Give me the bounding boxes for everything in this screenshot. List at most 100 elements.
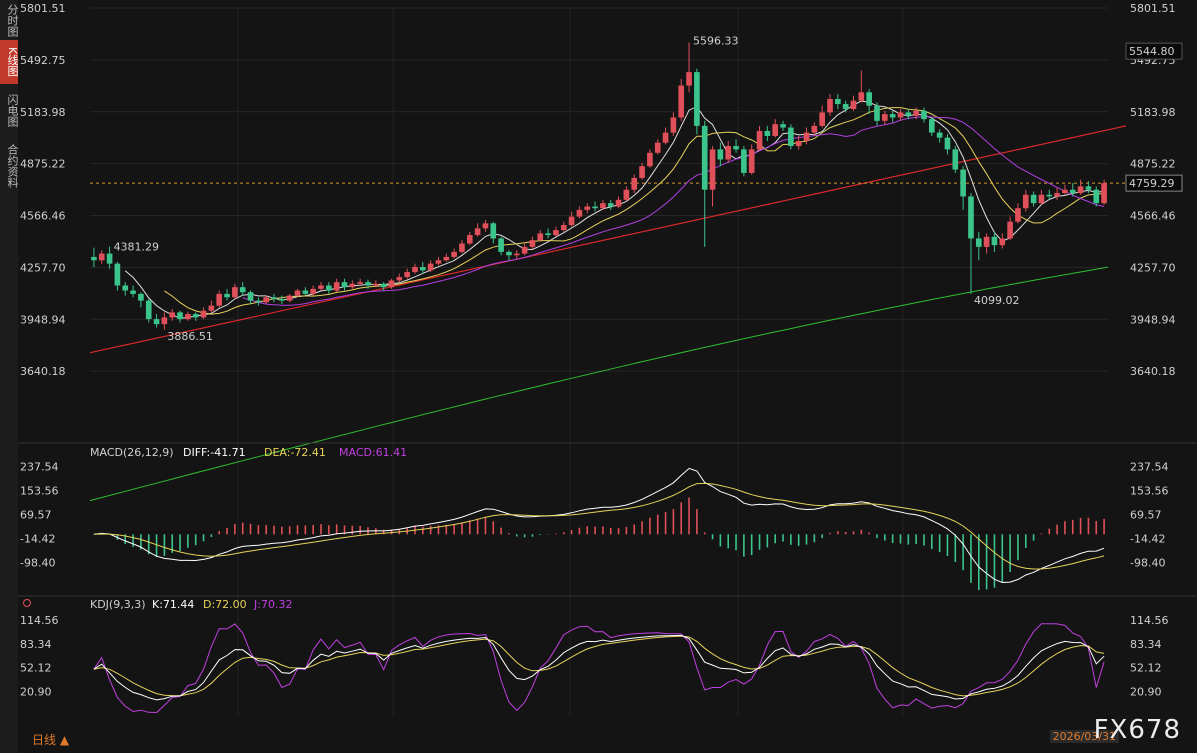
- candle-body: [741, 149, 747, 173]
- candle-body: [788, 127, 794, 147]
- candle-body: [412, 267, 418, 273]
- candle-body: [349, 283, 356, 288]
- candle-body: [921, 110, 927, 120]
- candle-body: [748, 149, 755, 173]
- kdj-y-tick-right: 83.34: [1130, 638, 1162, 651]
- macd-y-tick-right: 153.56: [1130, 484, 1169, 497]
- candle-body: [1085, 186, 1092, 190]
- bottom-bar: 日线 ▲ 2026/03/31: [18, 730, 1197, 753]
- macd-y-tick-right: -14.42: [1130, 532, 1165, 545]
- y-tick-label: 4566.46: [20, 210, 66, 223]
- watermark-logo: FX678: [1093, 715, 1181, 745]
- candle-body: [396, 277, 403, 281]
- tab-lightning[interactable]: 闪电图: [0, 84, 19, 136]
- low-annotation: 4099.02: [974, 294, 1020, 307]
- current-price-tag: 4759.29: [1129, 177, 1175, 190]
- kdj-j-value: J:70.32: [253, 598, 292, 611]
- macd-dea-value: DEA:-72.41: [264, 446, 326, 459]
- candle-body: [968, 196, 974, 239]
- candle-body: [975, 238, 982, 247]
- candle-body: [247, 292, 254, 301]
- candle-body: [451, 251, 457, 257]
- macd-panel: MACD(26,12,9) DIFF:-41.71 DEA:-72.41 MACD:6…: [18, 442, 1197, 591]
- candle-body: [725, 146, 732, 160]
- candle-body: [498, 238, 504, 252]
- tab-kline[interactable]: K线图: [0, 40, 19, 84]
- y-tick-label-right: 4566.46: [1130, 210, 1176, 223]
- candle-body: [928, 119, 935, 133]
- candle-body: [607, 203, 614, 207]
- candle-body: [553, 230, 559, 236]
- y-tick-label-right: 3640.18: [1130, 365, 1176, 378]
- candle-body: [341, 282, 348, 288]
- candle-body: [482, 223, 489, 229]
- candle-body: [756, 130, 763, 150]
- candle-body: [373, 283, 379, 286]
- candle-body: [803, 132, 810, 141]
- kdj-y-tick: 83.34: [20, 638, 52, 651]
- candle-body: [529, 240, 536, 247]
- ma-20-line: [242, 115, 1105, 306]
- candle-body: [983, 236, 990, 247]
- candle-body: [842, 104, 849, 110]
- candle-body: [835, 98, 841, 105]
- kdj-y-tick-right: 114.56: [1130, 614, 1169, 627]
- tab-time-share[interactable]: 分时图: [0, 0, 19, 40]
- macd-y-tick: 237.54: [20, 460, 59, 473]
- candle-body: [592, 206, 598, 209]
- candle-body: [560, 225, 567, 231]
- candle-body: [310, 288, 316, 294]
- candle-body: [333, 282, 340, 291]
- candle-body: [889, 114, 896, 118]
- candle-body: [427, 263, 434, 271]
- candle-body: [991, 236, 998, 246]
- chart-area[interactable]: 5596.33 4099.02 4381.29 3886.51 5801.51 5801…: [18, 0, 1197, 730]
- candle-body: [419, 267, 426, 271]
- candle-body: [326, 285, 332, 291]
- tab-contract-info[interactable]: 合约资料: [0, 136, 19, 196]
- macd-y-tick: -98.40: [20, 556, 55, 569]
- candle-body: [192, 314, 199, 318]
- candle-body: [1054, 193, 1060, 197]
- high-annotation: 5596.33: [693, 34, 739, 47]
- y-tick-label-right: 4257.70: [1130, 261, 1176, 274]
- candle-body: [521, 246, 528, 254]
- candle-body: [623, 189, 630, 200]
- candle-body: [827, 98, 833, 113]
- macd-y-tick: 69.57: [20, 508, 52, 521]
- candle-body: [177, 312, 183, 320]
- candle-body: [279, 298, 285, 301]
- kdj-settings-icon: [23, 599, 31, 607]
- macd-y-tick: -14.42: [20, 532, 55, 545]
- y-tick-label: 5801.51: [20, 2, 66, 15]
- candle-body: [576, 209, 583, 217]
- candle-body: [302, 290, 309, 294]
- candle-body: [866, 92, 872, 106]
- candle-body: [208, 305, 215, 311]
- candle-body: [216, 293, 223, 306]
- candle-body: [294, 290, 301, 296]
- low-2-annotation: 3886.51: [167, 330, 213, 343]
- macd-label: MACD(26,12,9): [90, 446, 174, 459]
- macd-dea-line: [93, 482, 1105, 570]
- candle-body: [936, 132, 943, 138]
- ma240-path: [89, 266, 1109, 502]
- candle-body: [615, 199, 622, 207]
- candle-body: [200, 310, 207, 318]
- candle-body: [913, 110, 919, 116]
- candle-body: [600, 203, 606, 209]
- y-tick-label-right: 3948.94: [1130, 313, 1176, 326]
- macd-hist-value: MACD:61.41: [339, 446, 407, 459]
- candle-body: [145, 300, 152, 320]
- candle-body: [1030, 194, 1037, 204]
- candle-body: [952, 149, 959, 170]
- y-tick-label: 3640.18: [20, 365, 66, 378]
- period-selector[interactable]: 日线 ▲: [32, 731, 69, 748]
- candle-body: [114, 263, 121, 286]
- candle-body: [91, 256, 97, 261]
- candle-body: [185, 314, 191, 320]
- kdj-d-value: D:72.00: [203, 598, 247, 611]
- kdj-y-tick-right: 20.90: [1130, 685, 1162, 698]
- y-tick-label: 5492.75: [20, 54, 66, 67]
- high-2-annotation: 4381.29: [114, 241, 160, 254]
